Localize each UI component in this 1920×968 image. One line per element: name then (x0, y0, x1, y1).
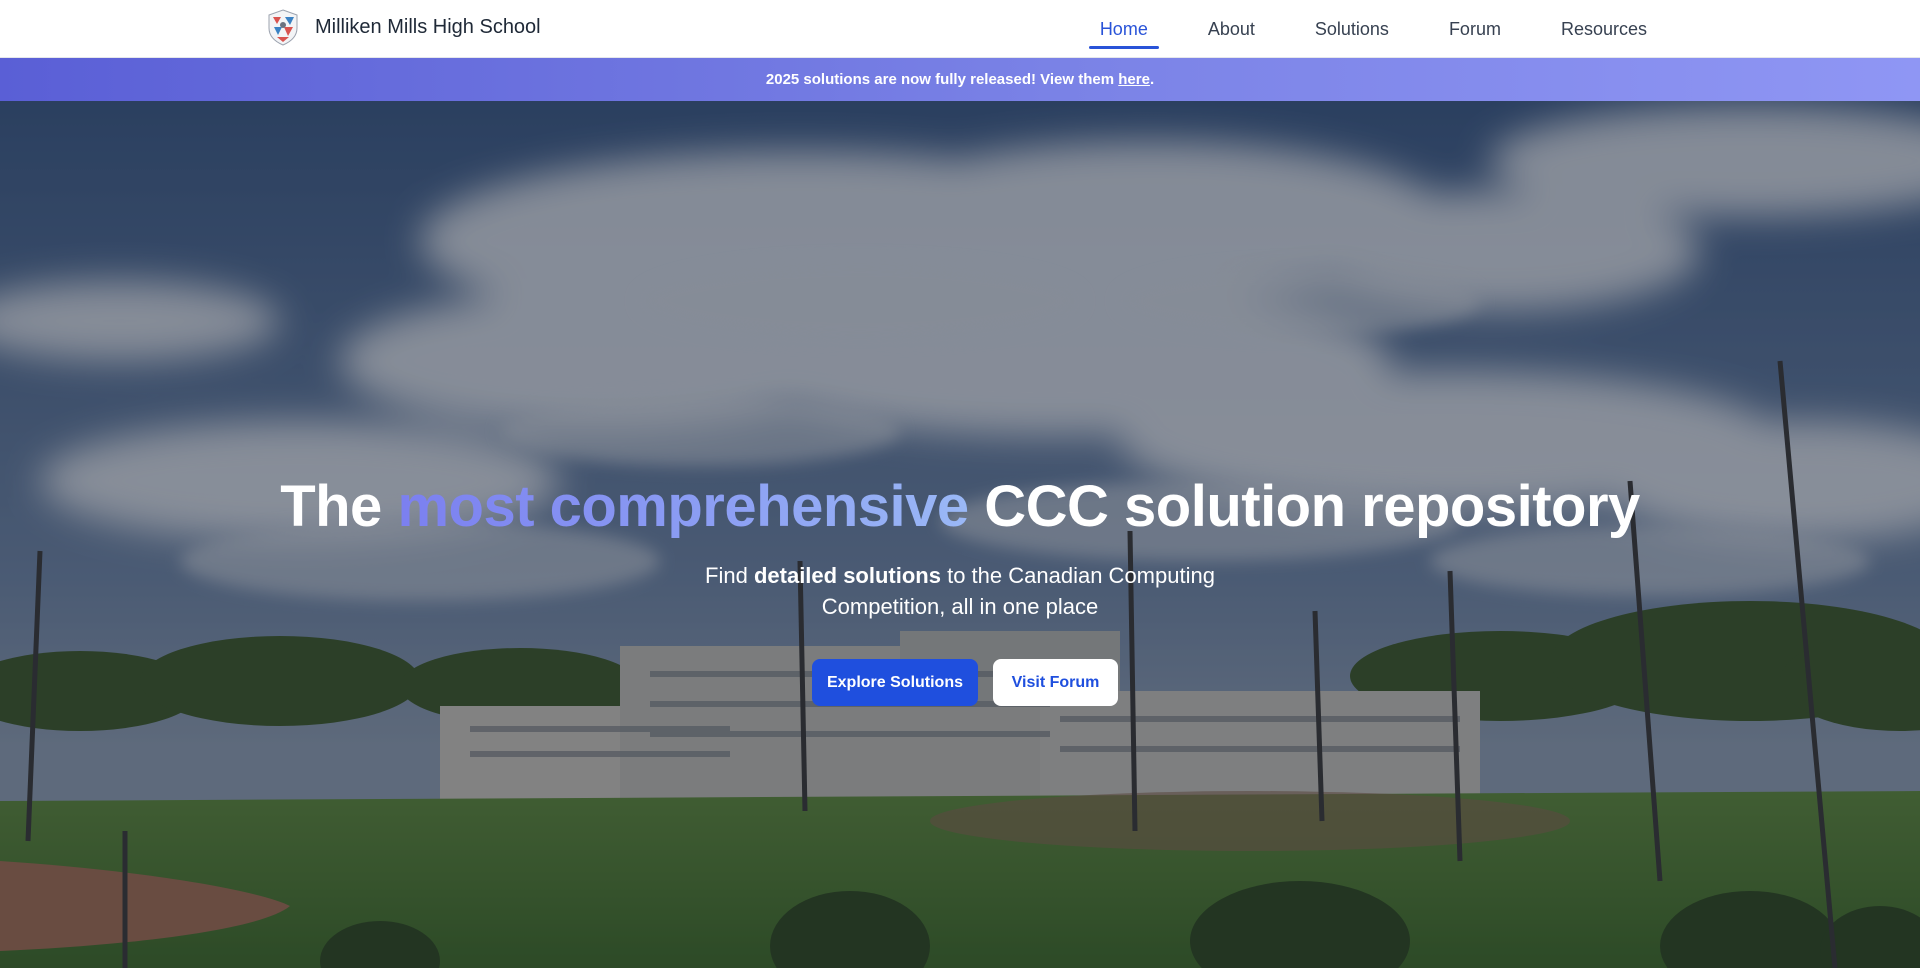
main-nav: Home About Solutions Forum Resources (1088, 0, 1658, 58)
nav-solutions[interactable]: Solutions (1304, 0, 1400, 58)
top-navbar: Milliken Mills High School Home About So… (0, 0, 1920, 58)
nav-home[interactable]: Home (1088, 0, 1159, 58)
hero-section: The most comprehensive CCC solution repo… (0, 101, 1920, 968)
nav-forum[interactable]: Forum (1438, 0, 1512, 58)
nav-resources[interactable]: Resources (1550, 0, 1658, 58)
brand[interactable]: Milliken Mills High School (265, 8, 541, 46)
hero-title-start: The (280, 474, 398, 539)
explore-solutions-button[interactable]: Explore Solutions (812, 659, 978, 706)
visit-forum-button[interactable]: Visit Forum (993, 659, 1118, 706)
announcement-banner: 2025 solutions are now fully released! V… (0, 58, 1920, 101)
hero-subtitle-start: Find (705, 563, 754, 588)
hero-title-end: CCC solution repository (968, 474, 1640, 539)
nav-about[interactable]: About (1197, 0, 1266, 58)
hero-title: The most comprehensive CCC solution repo… (0, 473, 1920, 540)
banner-text-end: . (1149, 71, 1155, 88)
brand-name: Milliken Mills High School (315, 15, 541, 38)
hero-title-highlight: most comprehensive (397, 474, 969, 539)
hero-subtitle: Find detailed solutions to the Canadian … (660, 560, 1260, 622)
banner-link[interactable]: here (1118, 71, 1150, 88)
school-crest-icon (268, 9, 298, 46)
hero-subtitle-bold: detailed solutions (753, 563, 941, 588)
banner-text: 2025 solutions are now fully released! V… (765, 71, 1115, 88)
